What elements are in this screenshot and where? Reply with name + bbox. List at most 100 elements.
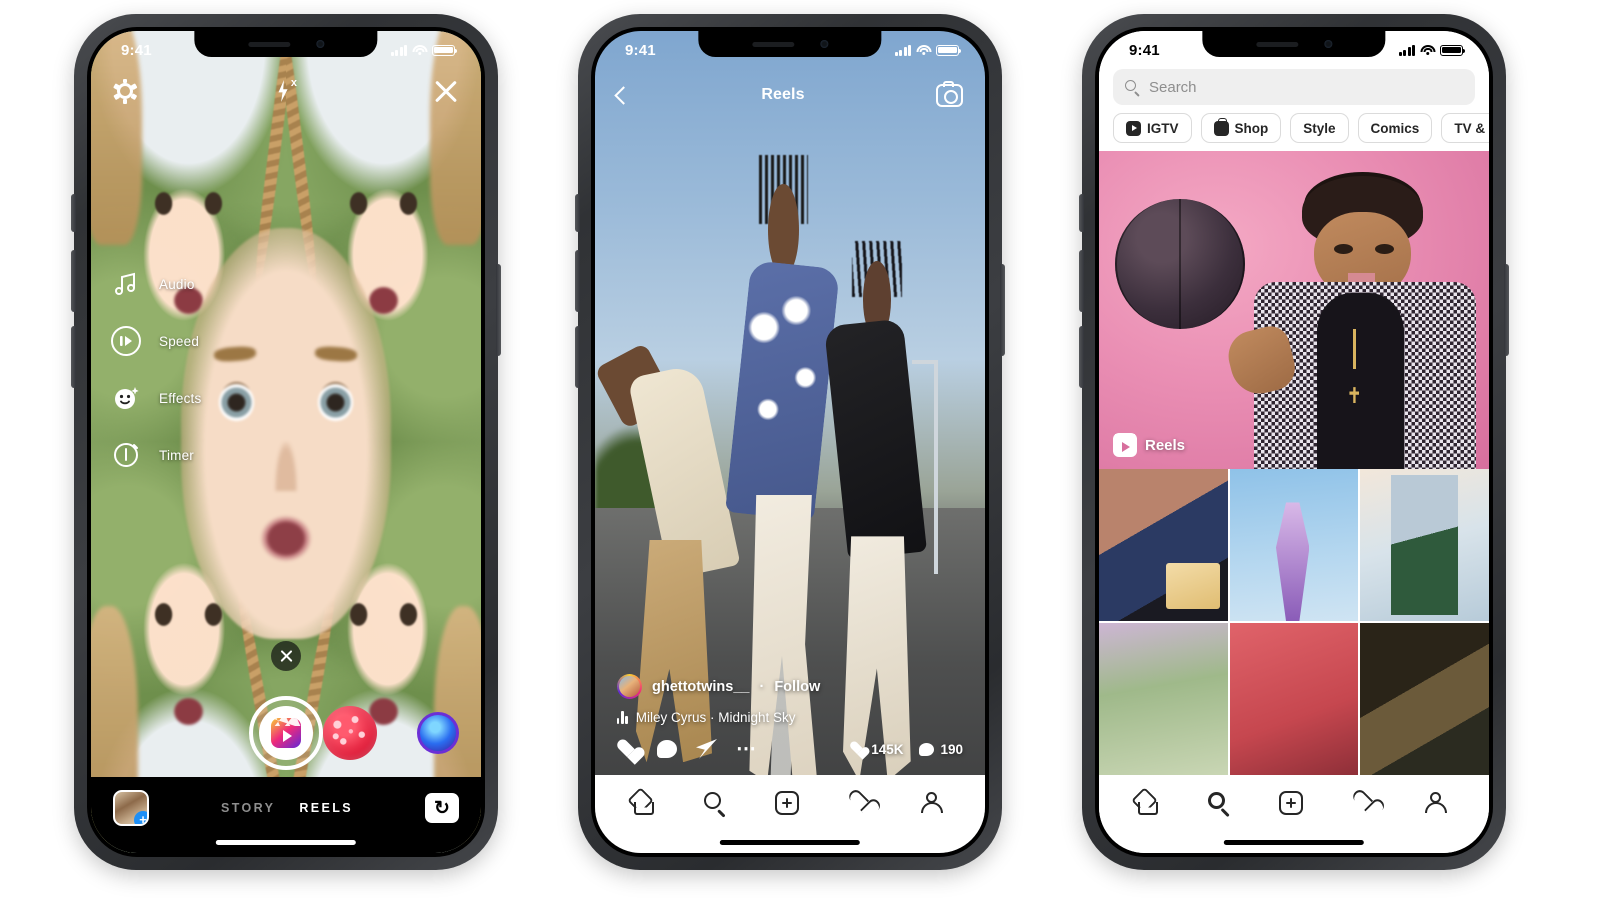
tab-profile[interactable] xyxy=(1424,791,1454,821)
tool-label: Audio xyxy=(159,276,195,292)
chip-shop[interactable]: Shop xyxy=(1200,113,1282,143)
phone-device-explore: Reels Search IGTV Shop Style Comics TV &… xyxy=(1079,14,1509,870)
reel-metadata: ghettotwins__ · Follow Miley Cyrus · Mid… xyxy=(595,674,985,759)
chip-tv-movies[interactable]: TV & Movies xyxy=(1441,113,1489,143)
reel-author[interactable]: ghettotwins__ · Follow xyxy=(617,674,963,699)
follow-button[interactable]: Follow xyxy=(774,679,820,695)
screenshot-canvas: 9:41 x Audio Speed Effects Timer + STORY… xyxy=(0,0,1600,900)
smiley-sparkle-icon xyxy=(111,383,141,413)
timer-icon xyxy=(111,440,141,470)
audio-wave-icon xyxy=(617,711,628,724)
camera-tools-menu: Audio Speed Effects Timer xyxy=(111,269,201,470)
username[interactable]: ghettotwins__ xyxy=(652,679,749,695)
chip-comics[interactable]: Comics xyxy=(1357,113,1433,143)
category-chip-row: IGTV Shop Style Comics TV & xyxy=(1099,113,1489,143)
battery-full-icon xyxy=(432,44,458,56)
explore-hero-post[interactable]: Reels xyxy=(1099,151,1489,469)
wifi-icon xyxy=(916,44,931,56)
camera-icon[interactable] xyxy=(935,80,963,107)
close-effects-icon[interactable] xyxy=(271,641,301,671)
chip-label: IGTV xyxy=(1147,120,1179,136)
speed-icon xyxy=(111,326,141,356)
chip-label: Style xyxy=(1303,120,1336,136)
notch xyxy=(194,31,378,57)
tab-home[interactable] xyxy=(1134,791,1164,821)
like-small-icon xyxy=(850,742,865,756)
igtv-icon xyxy=(1126,120,1141,136)
grid-item[interactable] xyxy=(1360,469,1489,621)
tab-home[interactable] xyxy=(630,791,660,821)
gallery-thumbnail[interactable]: + xyxy=(113,790,149,826)
avatar[interactable] xyxy=(617,674,642,699)
reels-header: Reels xyxy=(595,71,985,119)
tab-profile[interactable] xyxy=(920,791,950,821)
blue-lens-effect[interactable] xyxy=(417,712,459,754)
gallery-add-badge[interactable]: + xyxy=(134,811,147,824)
comment-icon[interactable] xyxy=(657,740,677,758)
camera-top-bar: x xyxy=(91,69,481,113)
back-chevron-icon[interactable] xyxy=(614,85,633,105)
basketball xyxy=(1114,198,1245,329)
red-hearts-effect[interactable] xyxy=(323,706,377,760)
phone1-screen: 9:41 x Audio Speed Effects Timer + STORY… xyxy=(91,31,481,853)
audio-title: Miley Cyrus · Midnight Sky xyxy=(635,710,796,725)
status-time: 9:41 xyxy=(121,41,152,59)
tool-audio[interactable]: Audio xyxy=(111,269,201,299)
battery-full-icon xyxy=(936,44,962,56)
gear-icon[interactable] xyxy=(113,78,137,104)
wifi-icon xyxy=(1420,44,1435,56)
tab-create[interactable] xyxy=(774,791,805,821)
grid-item[interactable] xyxy=(1229,469,1359,621)
tab-activity[interactable] xyxy=(847,791,877,821)
reels-badge-label: Reels xyxy=(1145,436,1186,454)
status-time: 9:41 xyxy=(1129,41,1160,59)
more-options-icon[interactable]: ⋯ xyxy=(736,739,758,759)
comment-count-value: 190 xyxy=(940,741,963,757)
mode-tab-story[interactable]: STORY xyxy=(221,801,275,815)
reel-audio-track[interactable]: Miley Cyrus · Midnight Sky xyxy=(617,710,963,725)
reels-icon xyxy=(1113,433,1137,457)
explore-grid xyxy=(1099,469,1489,775)
tool-timer[interactable]: Timer xyxy=(111,440,201,470)
page-title: Reels xyxy=(761,86,805,103)
share-icon[interactable] xyxy=(696,739,717,759)
tab-create[interactable] xyxy=(1278,791,1309,821)
cellular-bars-icon xyxy=(894,44,911,56)
cellular-bars-icon xyxy=(390,44,407,56)
grid-item[interactable] xyxy=(1099,623,1228,775)
chip-igtv[interactable]: IGTV xyxy=(1113,113,1192,143)
close-icon[interactable] xyxy=(433,78,459,104)
chip-label: Shop xyxy=(1234,120,1269,136)
center-face xyxy=(180,228,392,640)
grid-item[interactable] xyxy=(1229,623,1359,775)
mode-tab-reels[interactable]: REELS xyxy=(299,801,353,815)
like-count-value: 145K xyxy=(871,741,904,757)
comment-count[interactable]: 190 xyxy=(919,742,963,757)
tab-search[interactable] xyxy=(1207,791,1237,821)
tab-activity[interactable] xyxy=(1351,791,1381,821)
flip-camera-icon[interactable]: ↻ xyxy=(425,793,459,823)
tool-label: Timer xyxy=(159,447,194,463)
search-row: Search xyxy=(1099,69,1489,105)
grid-item[interactable] xyxy=(1099,469,1228,621)
tool-label: Effects xyxy=(159,390,202,406)
like-count[interactable]: 145K xyxy=(850,742,903,757)
tool-effects[interactable]: Effects xyxy=(111,383,201,413)
tab-search[interactable] xyxy=(703,791,733,821)
person-photo xyxy=(1222,176,1481,469)
comment-small-icon xyxy=(919,742,935,756)
phone3-screen: Reels Search IGTV Shop Style Comics TV &… xyxy=(1099,31,1489,853)
cellular-bars-icon xyxy=(1398,44,1415,56)
like-icon[interactable] xyxy=(617,740,638,759)
reels-icon xyxy=(271,718,301,748)
phone-device-reels: 9:41 Reels ghettotwins__ · Follow Miley … xyxy=(575,14,1005,870)
effects-tray xyxy=(91,641,481,781)
search-input[interactable]: Search xyxy=(1113,69,1475,105)
tool-speed[interactable]: Speed xyxy=(111,326,201,356)
flash-off-icon[interactable]: x xyxy=(274,78,297,104)
reels-shutter-button[interactable] xyxy=(249,696,323,770)
home-indicator xyxy=(215,840,357,845)
chip-style[interactable]: Style xyxy=(1290,113,1349,143)
explore-page: Reels Search IGTV Shop Style Comics TV & xyxy=(1099,31,1489,853)
grid-item[interactable] xyxy=(1360,623,1489,775)
